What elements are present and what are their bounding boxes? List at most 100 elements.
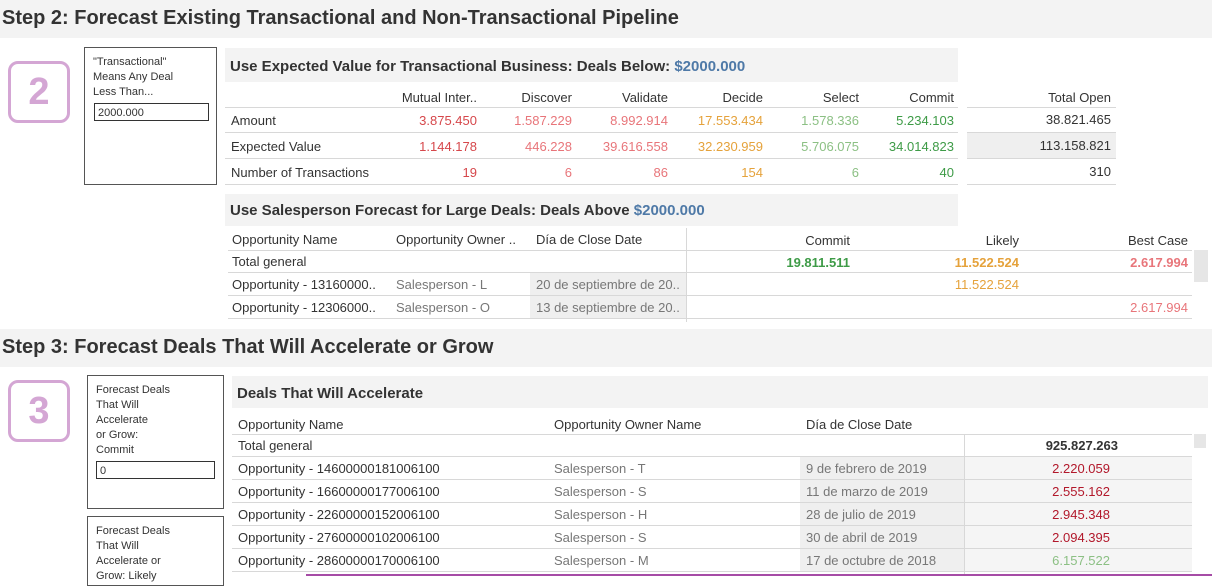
value-cell: 39.616.558 (602, 139, 668, 154)
close-date-cell: 9 de febrero de 2019 (806, 461, 927, 476)
divider (228, 318, 1192, 319)
opportunity-owner-header: Opportunity Owner .. (396, 232, 516, 247)
close-date-header: Día de Close Date (536, 232, 643, 247)
value-cell: 6 (564, 165, 572, 180)
column-header: Decide (722, 90, 763, 105)
step3-number-badge: 3 (8, 380, 70, 442)
step3-title: Step 3: Forecast Deals That Will Acceler… (2, 336, 494, 358)
deal-value-cell: 2.555.162 (1052, 484, 1110, 499)
table-scrollbar[interactable] (1194, 434, 1206, 448)
opportunity-owner-cell: Salesperson - H (554, 507, 648, 522)
opportunity-name-cell[interactable]: Opportunity - 13160000.. (232, 277, 392, 292)
total-open-header: Total Open (1048, 90, 1111, 105)
accelerate-commit-control: Forecast Deals That Will Accelerate or G… (87, 375, 224, 509)
column-header: Discover (521, 90, 572, 105)
total-general-label: Total general (238, 438, 313, 453)
opportunity-name-header: Opportunity Name (232, 232, 338, 247)
commit-header: Commit (805, 233, 850, 248)
opportunity-owner-cell: Salesperson - T (554, 461, 646, 476)
row-label: Expected Value (231, 139, 322, 154)
total-likely-cell: 11.522.524 (954, 255, 1019, 270)
value-cell: 6 (851, 165, 859, 180)
value-cell: 17.553.434 (697, 113, 763, 128)
close-date-cell: 20 de septiembre de 20.. (536, 277, 680, 292)
value-cell: 8.992.914 (610, 113, 668, 128)
value-cell: 154 (741, 165, 763, 180)
value-cell: 34.014.823 (888, 139, 954, 154)
accelerate-likely-label: Forecast Deals That Will Accelerate or G… (96, 525, 170, 582)
divider (967, 132, 1116, 133)
opportunity-owner-cell: Salesperson - S (554, 484, 647, 499)
total-value-cell: 925.827.263 (1045, 438, 1118, 453)
opportunity-name-cell[interactable]: Opportunity - 12306000.. (232, 300, 392, 315)
likely-header: Likely (985, 233, 1019, 248)
total-open-cell: 38.821.465 (1045, 112, 1111, 127)
opportunity-owner-cell: Salesperson - S (554, 530, 647, 545)
step3-header-bar: Step 3: Forecast Deals That Will Acceler… (0, 329, 1212, 367)
opportunity-name-cell[interactable]: Opportunity - 22600000152006100 (238, 507, 538, 522)
table-scrollbar[interactable] (1194, 250, 1208, 282)
column-header: Select (822, 90, 859, 105)
divider (225, 158, 958, 159)
step2-number-badge: 2 (8, 61, 70, 123)
divider (967, 107, 1116, 108)
step2-title: Step 2: Forecast Existing Transactional … (2, 7, 679, 29)
total-open-cell: 113.158.821 (1039, 138, 1111, 153)
deal-value-cell: 2.220.059 (1052, 461, 1110, 476)
value-cell: 5.706.075 (801, 139, 859, 154)
divider (967, 184, 1116, 185)
row-label: Number of Transactions (231, 165, 370, 180)
value-cell: 3.875.450 (419, 113, 477, 128)
deal-value-cell: 2.945.348 (1052, 507, 1110, 522)
opportunity-owner-cell: Salesperson - O (396, 300, 490, 315)
value-cell: 1.144.178 (419, 139, 477, 154)
opportunity-owner-header: Opportunity Owner Name (554, 417, 702, 432)
deal-value-cell: 2.094.395 (1052, 530, 1110, 545)
close-date-cell: 28 de julio de 2019 (806, 507, 916, 522)
opportunity-name-cell[interactable]: Opportunity - 16600000177006100 (238, 484, 538, 499)
divider (225, 184, 958, 185)
value-cell: 32.230.959 (697, 139, 763, 154)
divider (225, 107, 958, 108)
accelerate-commit-label: Forecast Deals That Will Accelerate or G… (96, 384, 170, 456)
close-date-cell: 11 de marzo de 2019 (806, 484, 928, 499)
expected-value-title: Use Expected Value for Transactional Bus… (230, 58, 746, 75)
opportunity-name-cell[interactable]: Opportunity - 27600000102006100 (238, 530, 538, 545)
value-cell: 5.234.103 (896, 113, 954, 128)
value-cell: 19 (462, 165, 477, 180)
divider (225, 132, 958, 133)
transactional-threshold-input[interactable]: 2000.000 (94, 103, 209, 121)
value-cell: 40 (939, 165, 954, 180)
opportunity-name-cell[interactable]: Opportunity - 28600000170006100 (238, 553, 538, 568)
close-date-cell: 13 de septiembre de 20.. (536, 300, 680, 315)
close-date-cell: 30 de abril de 2019 (806, 530, 918, 545)
transactional-threshold-label: "Transactional" Means Any Deal Less Than… (93, 56, 174, 98)
close-date-cell: 17 de octubre de 2018 (806, 553, 937, 568)
total-best-case-cell: 2.617.994 (1130, 255, 1188, 270)
likely-cell: 11.522.524 (954, 277, 1019, 292)
opportunity-owner-cell: Salesperson - M (554, 553, 649, 568)
row-label: Amount (231, 113, 276, 128)
best-case-cell: 2.617.994 (1130, 300, 1188, 315)
divider (232, 571, 1192, 572)
column-header: Validate (621, 90, 668, 105)
value-cell: 1.578.336 (801, 113, 859, 128)
column-header: Mutual Inter.. (401, 90, 477, 105)
divider (228, 295, 1192, 296)
opportunity-name-cell[interactable]: Opportunity - 14600000181006100 (238, 461, 538, 476)
step2-header-bar: Step 2: Forecast Existing Transactional … (0, 0, 1212, 38)
divider (228, 272, 1192, 273)
column-divider (686, 228, 687, 322)
opportunity-name-header: Opportunity Name (238, 417, 344, 432)
divider (967, 158, 1116, 159)
divider (232, 434, 1192, 435)
deal-value-cell: 6.157.522 (1052, 553, 1110, 568)
total-general-label: Total general (232, 254, 307, 269)
column-header: Commit (909, 90, 954, 105)
value-cell: 1.587.229 (514, 113, 572, 128)
value-cell: 86 (653, 165, 668, 180)
total-open-cell: 310 (1089, 164, 1111, 179)
opportunity-owner-cell: Salesperson - L (396, 277, 488, 292)
total-commit-cell: 19.811.511 (786, 255, 850, 270)
accelerate-commit-input[interactable]: 0 (96, 461, 215, 479)
